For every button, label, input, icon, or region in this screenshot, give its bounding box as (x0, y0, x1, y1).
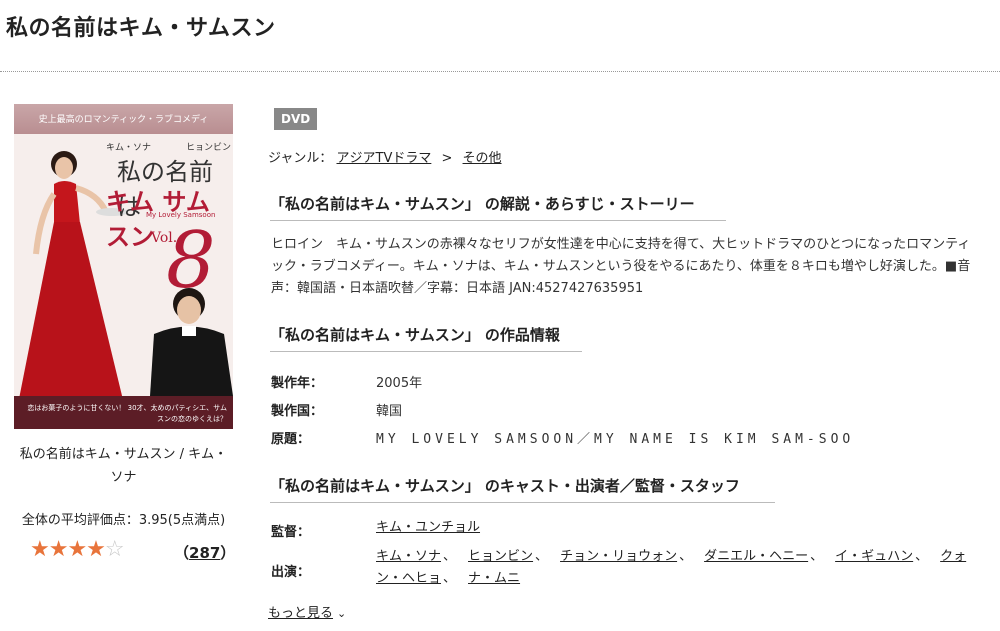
actor-link[interactable]: イ・ギュハン (835, 549, 913, 564)
synopsis-text: ヒロイン キム・サムスンの赤裸々なセリフが女性達を中心に支持を得て、大ヒットドラ… (271, 237, 971, 296)
actor-link[interactable]: チョン・リョウォン (560, 549, 677, 564)
product-caption: 私の名前はキム・サムスン / キム・ソナ (19, 447, 228, 485)
genre-separator: > (441, 151, 453, 166)
director-label: 監督： (271, 525, 311, 540)
director-value: キム・ユンチョル (376, 517, 981, 539)
original-title-label: 原題： (271, 432, 311, 447)
actor-separator: 、 (915, 549, 929, 564)
actor-separator: 、 (443, 549, 457, 564)
star-rating: ★★★★☆ (30, 537, 125, 562)
work-info-heading: 「私の名前はキム・サムスン」 の作品情報 (270, 324, 582, 352)
cover-footer-text: 恋はお菓子のように甘くない！ 30才、太めのパティシエ、サムスンの恋のゆくえは？ (27, 404, 227, 423)
review-count: （287） (174, 542, 235, 563)
page-title: 私の名前はキム・サムスン (6, 16, 276, 41)
production-year-label: 製作年： (271, 376, 324, 391)
title-separator (0, 71, 1000, 72)
actor-separator: 、 (810, 549, 824, 564)
actor-separator: 、 (535, 549, 549, 564)
actors-list: キム・ソナ、ヒョンビン、チョン・リョウォン、ダニエル・ヘニー、イ・ギュハン、クォ… (376, 546, 981, 590)
director-link[interactable]: キム・ユンチョル (376, 520, 480, 535)
actor-link[interactable]: キム・ソナ (376, 549, 441, 564)
production-year-value: 2005年 (376, 376, 423, 391)
genre-breadcrumb: ジャンル： アジアTVドラマ > その他 (268, 147, 502, 166)
actor-separator: 、 (679, 549, 693, 564)
review-count-open-paren: （ (174, 544, 190, 562)
show-more-link[interactable]: もっと見る ⌄ (268, 602, 346, 621)
average-rating-label: 全体の平均評価点：3.95(5点満点) (21, 513, 226, 528)
genre-label: ジャンル： (268, 151, 333, 166)
actor-link[interactable]: ナ・ムニ (468, 571, 520, 586)
actors-label: 出演： (271, 565, 311, 580)
dvd-cover-image[interactable]: 史上最高のロマンティック・ラブコメディ キム・ソナ ヒョンビン 私の名前は キム… (14, 104, 233, 429)
original-title-value: MY LOVELY SAMSOON／MY NAME IS KIM SAM-SOO (376, 432, 855, 447)
chevron-down-icon: ⌄ (337, 607, 347, 620)
synopsis-heading: 「私の名前はキム・サムスン」 の解説・あらすじ・ストーリー (270, 193, 726, 221)
production-country-value: 韓国 (376, 404, 403, 419)
production-country-label: 製作国： (271, 404, 324, 419)
review-count-link[interactable]: 287 (189, 544, 220, 562)
filled-stars: ★★★★ (30, 537, 106, 562)
actor-separator: 、 (443, 571, 457, 586)
genre-link-other[interactable]: その他 (463, 151, 502, 166)
format-badge: DVD (274, 108, 318, 130)
review-count-close-paren: ） (220, 544, 236, 562)
show-more-label: もっと見る (268, 606, 334, 621)
actor-link[interactable]: ヒョンビン (468, 549, 533, 564)
empty-star: ☆ (104, 537, 125, 562)
genre-link-asia-tv-drama[interactable]: アジアTVドラマ (337, 151, 432, 166)
cast-staff-heading: 「私の名前はキム・サムスン」 のキャスト・出演者／監督・スタッフ (270, 475, 775, 503)
actor-link[interactable]: ダニエル・ヘニー (704, 549, 808, 564)
cover-vol-number: 8 (166, 216, 216, 306)
